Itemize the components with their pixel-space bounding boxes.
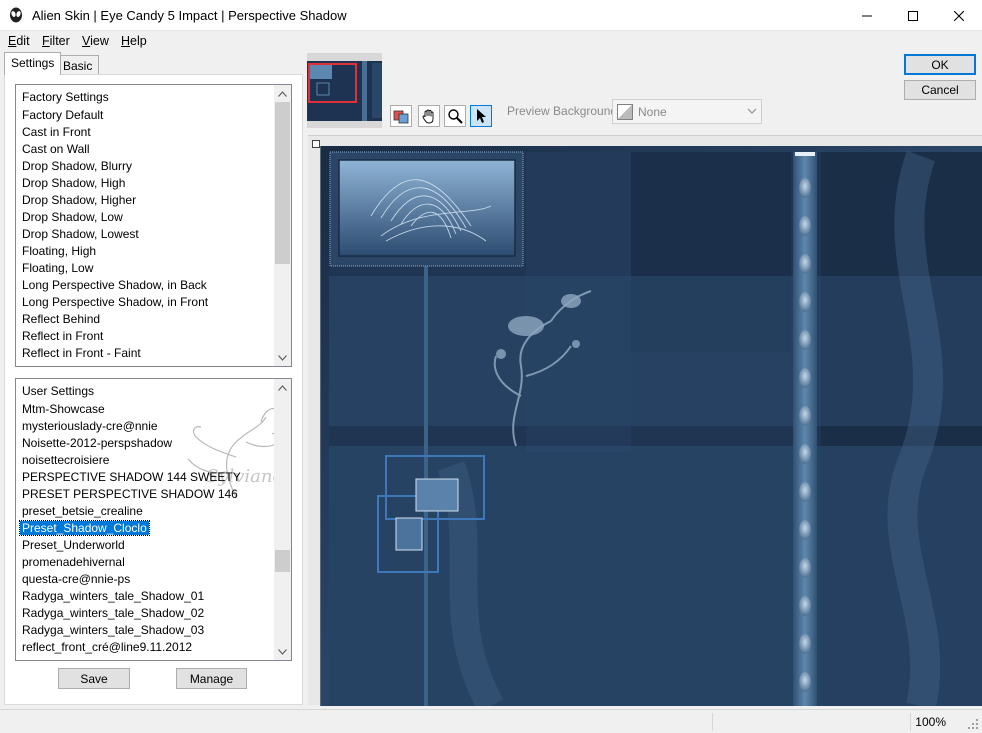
list-item[interactable]: noisettecroisiere: [17, 452, 273, 469]
tab-settings[interactable]: Settings: [4, 52, 62, 75]
window-title: Alien Skin | Eye Candy 5 Impact | Perspe…: [32, 8, 347, 23]
user-settings-rows: Mtm-Showcase mysteriouslady-cre@nnie Noise…: [17, 401, 273, 656]
list-item[interactable]: Factory Default: [17, 107, 273, 124]
scroll-up-arrow[interactable]: [274, 379, 291, 396]
manage-button[interactable]: Manage: [176, 668, 247, 689]
list-item[interactable]: Reflect in Front: [17, 328, 273, 345]
zoom-level: 100%: [915, 715, 946, 729]
factory-settings-header: Factory Settings: [22, 90, 109, 104]
ok-button[interactable]: OK: [904, 54, 976, 75]
title-bar: Alien Skin | Eye Candy 5 Impact | Perspe…: [0, 0, 982, 31]
background-swatch-icon: [617, 104, 633, 120]
scroll-down-arrow[interactable]: [274, 349, 291, 366]
arrow-pointer-icon: [477, 109, 486, 123]
preview-image: [321, 146, 982, 706]
effect-preview-canvas[interactable]: [320, 146, 982, 706]
list-item[interactable]: Drop Shadow, Low: [17, 209, 273, 226]
list-item[interactable]: Cast on Wall: [17, 141, 273, 158]
preview-background-value: None: [638, 105, 667, 119]
factory-settings-scrollbar[interactable]: [274, 85, 291, 366]
menu-help[interactable]: Help: [121, 34, 147, 48]
tab-basic[interactable]: Basic: [56, 55, 100, 74]
before-after-icon: [393, 110, 409, 124]
chevron-up-icon: [278, 90, 287, 97]
list-item[interactable]: Floating, High: [17, 243, 273, 260]
user-settings-header: User Settings: [22, 384, 95, 398]
list-item[interactable]: Drop Shadow, Higher: [17, 192, 273, 209]
list-item-selected[interactable]: Preset_Shadow_Cloclo: [17, 520, 273, 537]
cancel-button[interactable]: Cancel: [904, 80, 976, 100]
list-item[interactable]: PERSPECTIVE SHADOW 144 SWEETY: [17, 469, 273, 486]
list-item[interactable]: promenadehivernal: [17, 554, 273, 571]
list-item[interactable]: Long Perspective Shadow, in Front: [17, 294, 273, 311]
menu-edit[interactable]: Edit: [8, 34, 30, 48]
magnifier-icon: [448, 109, 463, 124]
scroll-thumb[interactable]: [275, 102, 290, 264]
list-item[interactable]: Radyga_winters_tale_Shadow_01: [17, 588, 273, 605]
menu-filter[interactable]: Filter: [42, 34, 70, 48]
scroll-down-arrow[interactable]: [274, 643, 291, 660]
chevron-up-icon: [278, 384, 287, 391]
list-item[interactable]: Reflect Behind: [17, 311, 273, 328]
zoom-tool[interactable]: [444, 105, 466, 127]
factory-settings-rows: Factory Default Cast in Front Cast on Wall…: [17, 107, 273, 362]
minimize-icon: [862, 15, 872, 16]
list-item[interactable]: Radyga_winters_tale_Shadow_03: [17, 622, 273, 639]
list-item[interactable]: PRESET PERSPECTIVE SHADOW 146: [17, 486, 273, 503]
hand-tool[interactable]: [418, 105, 440, 127]
close-icon: [954, 10, 964, 21]
pointer-tool[interactable]: [470, 105, 492, 127]
list-item[interactable]: Long Perspective Shadow, in Back: [17, 277, 273, 294]
list-item[interactable]: Reflect in Front - Faint: [17, 345, 273, 362]
chevron-down-icon: [278, 648, 287, 655]
menu-view[interactable]: View: [82, 34, 109, 48]
user-settings-list[interactable]: User Settings Sylviane Mtm-Showcase myste…: [15, 378, 292, 661]
resize-grip-icon[interactable]: [967, 718, 979, 730]
list-item[interactable]: Preset_Underworld: [17, 537, 273, 554]
minimize-button[interactable]: [844, 0, 890, 31]
preview-origin-icon: [312, 140, 320, 148]
list-item[interactable]: questa-cre@nnie-ps: [17, 571, 273, 588]
maximize-icon: [908, 10, 918, 21]
maximize-button[interactable]: [890, 0, 936, 31]
preview-toggle-tool[interactable]: [390, 105, 412, 127]
list-item[interactable]: Drop Shadow, Lowest: [17, 226, 273, 243]
status-cell: [910, 713, 911, 731]
list-item[interactable]: preset_betsie_crealine: [17, 503, 273, 520]
preview-background-label: Preview Background:: [507, 104, 621, 118]
save-button[interactable]: Save: [58, 668, 130, 689]
list-item[interactable]: mysteriouslady-cre@nnie: [17, 418, 273, 435]
preview-navigator-thumbnail[interactable]: [307, 53, 382, 128]
scroll-up-arrow[interactable]: [274, 85, 291, 102]
preview-background-select[interactable]: None: [612, 99, 762, 124]
status-bar: 100%: [0, 709, 982, 733]
chevron-down-icon: [278, 354, 287, 361]
list-item[interactable]: Cast in Front: [17, 124, 273, 141]
list-item[interactable]: Drop Shadow, Blurry: [17, 158, 273, 175]
navigator-view-rect[interactable]: [308, 63, 357, 103]
factory-settings-list[interactable]: Factory Settings Factory Default Cast in …: [15, 84, 292, 367]
user-settings-scrollbar[interactable]: [274, 379, 291, 660]
status-cell: [712, 713, 713, 731]
alien-skin-app-icon: [10, 7, 22, 23]
list-item[interactable]: Floating, Low: [17, 260, 273, 277]
hand-icon: [422, 109, 434, 124]
close-button[interactable]: [936, 0, 982, 31]
chevron-down-icon: [747, 108, 757, 114]
menu-bar: Edit Filter View Help: [0, 31, 982, 51]
list-item[interactable]: Radyga_winters_tale_Shadow_02: [17, 605, 273, 622]
list-item[interactable]: Mtm-Showcase: [17, 401, 273, 418]
list-item[interactable]: Noisette-2012-perspshadow: [17, 435, 273, 452]
scroll-thumb[interactable]: [275, 550, 290, 572]
list-item[interactable]: reflect_front_cré@line9.11.2012: [17, 639, 273, 656]
list-item[interactable]: Drop Shadow, High: [17, 175, 273, 192]
